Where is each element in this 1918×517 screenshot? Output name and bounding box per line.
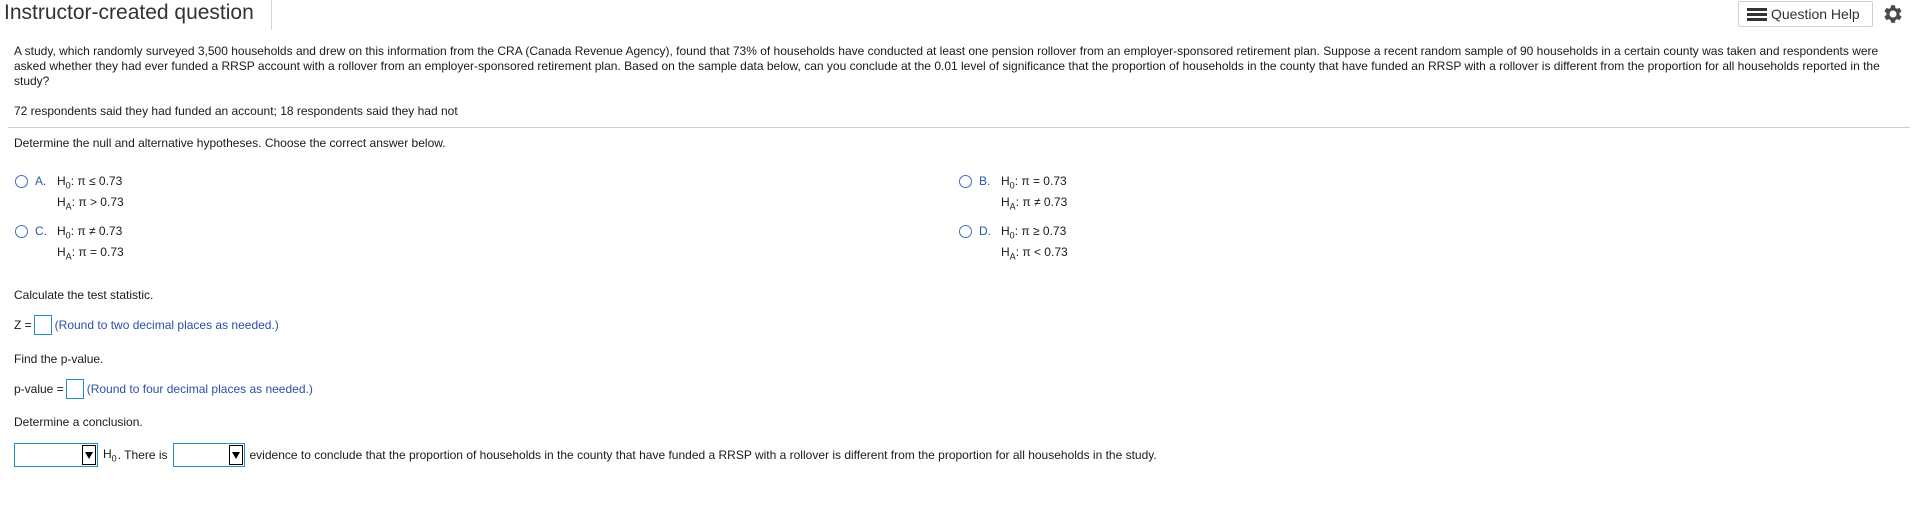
section-divider — [8, 127, 1910, 128]
test-statistic-prompt: Calculate the test statistic. — [14, 288, 154, 302]
chevron-down-icon — [228, 445, 243, 465]
sample-data-line: 72 respondents said they had funded an a… — [14, 104, 458, 118]
option-b-alt-hypothesis: HA: π ≠ 0.73 — [1001, 195, 1068, 212]
conclusion-line: H0 . There is evidence to conclude that … — [14, 443, 1157, 467]
page-title: Instructor-created question — [4, 1, 254, 24]
option-c-alt-hypothesis: HA: π = 0.73 — [57, 245, 124, 262]
gear-icon[interactable] — [1880, 2, 1904, 26]
chevron-down-icon — [82, 445, 96, 465]
reject-decision-dropdown[interactable] — [14, 443, 98, 467]
p-value-rounding-hint: (Round to four decimal places as needed.… — [86, 382, 313, 396]
question-body: A study, which randomly surveyed 3,500 h… — [14, 44, 1904, 89]
list-icon — [1747, 7, 1767, 21]
question-help-button[interactable]: Question Help — [1738, 1, 1873, 27]
p-value-line: p-value = (Round to four decimal places … — [14, 379, 313, 399]
title-bar: Instructor-created question Question Hel… — [0, 0, 1918, 30]
option-a-radio[interactable] — [15, 175, 28, 188]
z-answer-input[interactable] — [33, 315, 52, 335]
option-c-letter: C. — [35, 224, 47, 238]
p-value-answer-input[interactable] — [65, 379, 84, 399]
option-b-radio[interactable] — [959, 175, 972, 188]
conclusion-h0-label: H0 — [103, 446, 117, 464]
option-a-alt-hypothesis: HA: π > 0.73 — [57, 195, 124, 212]
option-b-letter: B. — [979, 174, 991, 188]
hypotheses-prompt: Determine the null and alternative hypot… — [14, 136, 446, 150]
title-divider — [271, 0, 272, 30]
option-d-alt-hypothesis: HA: π < 0.73 — [1001, 245, 1068, 262]
z-rounding-hint: (Round to two decimal places as needed.) — [54, 318, 279, 332]
z-label: Z = — [14, 318, 32, 332]
test-statistic-line: Z = (Round to two decimal places as need… — [14, 315, 279, 335]
option-c-radio[interactable] — [15, 225, 28, 238]
p-value-prompt: Find the p-value. — [14, 352, 104, 366]
option-d-radio[interactable] — [959, 225, 972, 238]
p-value-label: p-value = — [14, 382, 64, 396]
conclusion-prompt: Determine a conclusion. — [14, 415, 143, 429]
conclusion-there-is-text: . There is — [117, 448, 168, 462]
question-text: A study, which randomly surveyed 3,500 h… — [14, 44, 1880, 88]
question-help-label: Question Help — [1771, 6, 1860, 22]
option-a-letter: A. — [35, 174, 47, 188]
evidence-level-dropdown[interactable] — [172, 443, 245, 467]
option-d-letter: D. — [979, 224, 991, 238]
conclusion-evidence-text: evidence to conclude that the proportion… — [249, 448, 1157, 462]
